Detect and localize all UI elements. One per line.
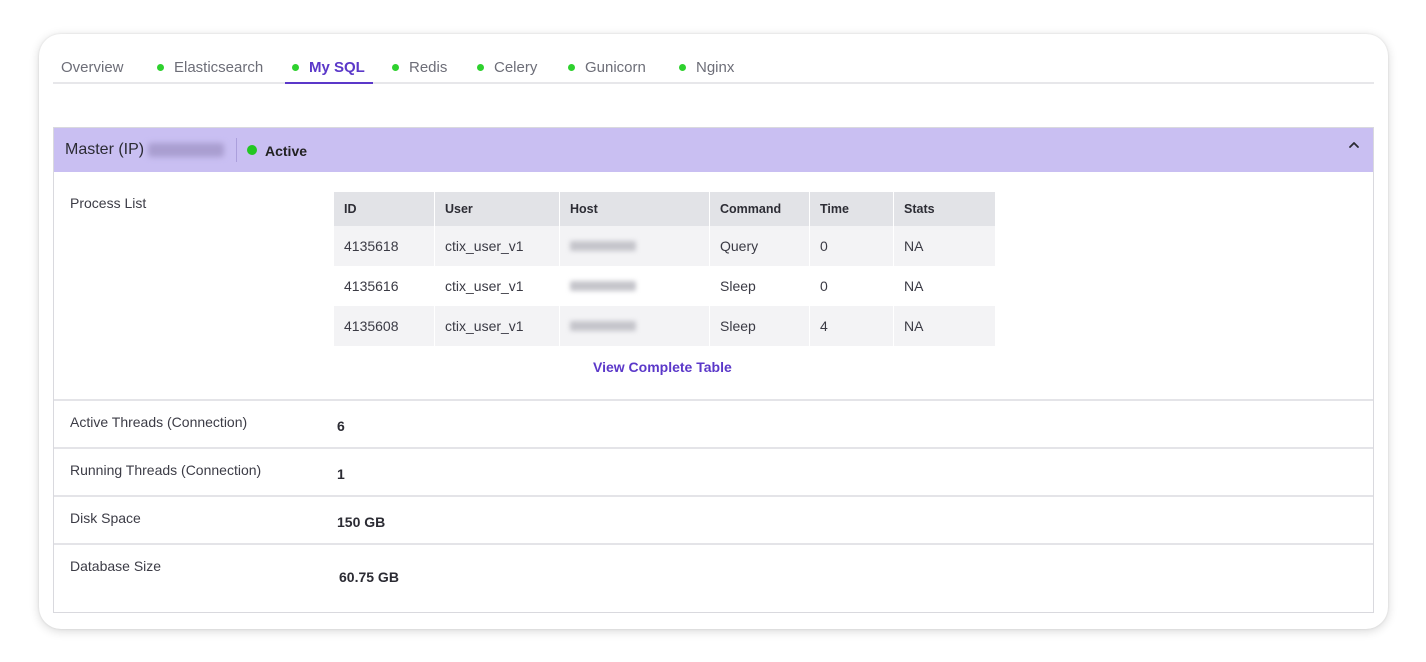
cell-host xyxy=(560,306,710,346)
metric-label-running-threads: Running Threads (Connection) xyxy=(70,462,262,478)
cell-user: ctix_user_v1 xyxy=(435,226,560,266)
status-dot-icon xyxy=(157,64,164,71)
mysql-master-section: Master (IP) Active Process List ID User … xyxy=(53,127,1374,613)
row-divider xyxy=(54,495,1373,497)
tab-nginx[interactable]: Nginx xyxy=(679,59,734,82)
column-header-id: ID xyxy=(334,192,435,226)
section-title: Master (IP) xyxy=(65,141,145,158)
header-divider xyxy=(236,138,237,162)
column-header-stats: Stats xyxy=(904,202,935,216)
process-list-label: Process List xyxy=(70,195,147,211)
row-divider xyxy=(54,447,1373,449)
cell-host xyxy=(560,266,710,306)
section-header[interactable]: Master (IP) Active xyxy=(54,128,1373,172)
tab-label: Elasticsearch xyxy=(174,59,264,76)
tab-redis[interactable]: Redis xyxy=(392,59,447,82)
row-divider xyxy=(54,543,1373,545)
status-dot-icon xyxy=(679,64,686,71)
status-dot-icon xyxy=(247,145,257,155)
metric-label-database-size: Database Size xyxy=(70,558,162,574)
tab-overview[interactable]: Overview xyxy=(61,59,124,82)
tab-label: Nginx xyxy=(696,59,735,76)
tab-label: Gunicorn xyxy=(585,59,646,76)
cell-time: 0 xyxy=(810,226,894,266)
status-dot-icon xyxy=(568,64,575,71)
tab-label: Overview xyxy=(61,59,124,76)
tab-elasticsearch[interactable]: Elasticsearch xyxy=(157,59,263,82)
status-dot-icon xyxy=(392,64,399,71)
cell-user: ctix_user_v1 xyxy=(435,266,560,306)
cell-time: 4 xyxy=(810,306,894,346)
metric-value-running-threads: 1 xyxy=(337,466,345,482)
metric-label-active-threads: Active Threads (Connection) xyxy=(70,414,248,430)
cell-command: Sleep xyxy=(710,266,810,306)
view-complete-table-link[interactable]: View Complete Table xyxy=(593,359,732,375)
tab-gunicorn[interactable]: Gunicorn xyxy=(568,59,646,82)
cell-host xyxy=(560,226,710,266)
status-dot-icon xyxy=(477,64,484,71)
column-header-command: Command xyxy=(710,192,810,226)
cell-stats: NA xyxy=(904,238,924,254)
metric-label-disk-space: Disk Space xyxy=(70,510,141,526)
table-row: 4135618 ctix_user_v1 Query 0 NA xyxy=(334,226,995,266)
cell-id: 4135616 xyxy=(334,266,435,306)
cell-id: 4135608 xyxy=(334,306,435,346)
service-tabs: Overview Elasticsearch My SQL Redis Cele… xyxy=(53,34,1374,84)
metric-value-disk-space: 150 GB xyxy=(337,514,386,530)
masked-host xyxy=(570,241,636,251)
masked-host xyxy=(570,321,636,331)
cell-user: ctix_user_v1 xyxy=(435,306,560,346)
tab-label: Redis xyxy=(409,59,448,76)
status-badge: Active xyxy=(265,143,308,159)
column-header-host: Host xyxy=(560,192,710,226)
tab-celery[interactable]: Celery xyxy=(477,59,537,82)
metric-value-database-size: 60.75 GB xyxy=(339,569,399,585)
table-row: 4135616 ctix_user_v1 Sleep 0 NA xyxy=(334,266,995,306)
row-divider xyxy=(54,399,1373,401)
cell-command: Sleep xyxy=(710,306,810,346)
table-row: 4135608 ctix_user_v1 Sleep 4 NA xyxy=(334,306,995,346)
masked-ip-address xyxy=(148,143,224,157)
status-dot-icon xyxy=(292,64,299,71)
cell-command: Query xyxy=(710,226,810,266)
column-header-user: User xyxy=(435,192,560,226)
table-header-row: ID User Host Command Time Stats xyxy=(334,192,995,226)
cell-id: 4135618 xyxy=(334,226,435,266)
metric-value-active-threads: 6 xyxy=(337,418,345,434)
masked-host xyxy=(570,281,636,291)
process-table: ID User Host Command Time Stats 4135618 … xyxy=(334,192,995,346)
chevron-up-icon[interactable] xyxy=(1347,138,1361,152)
tab-label: My SQL xyxy=(309,59,365,76)
tab-mysql[interactable]: My SQL xyxy=(285,59,373,84)
cell-time: 0 xyxy=(810,266,894,306)
column-header-time: Time xyxy=(810,192,894,226)
cell-stats: NA xyxy=(904,278,924,294)
tab-label: Celery xyxy=(494,59,538,76)
cell-stats: NA xyxy=(904,318,924,334)
service-health-card: Overview Elasticsearch My SQL Redis Cele… xyxy=(39,34,1388,629)
